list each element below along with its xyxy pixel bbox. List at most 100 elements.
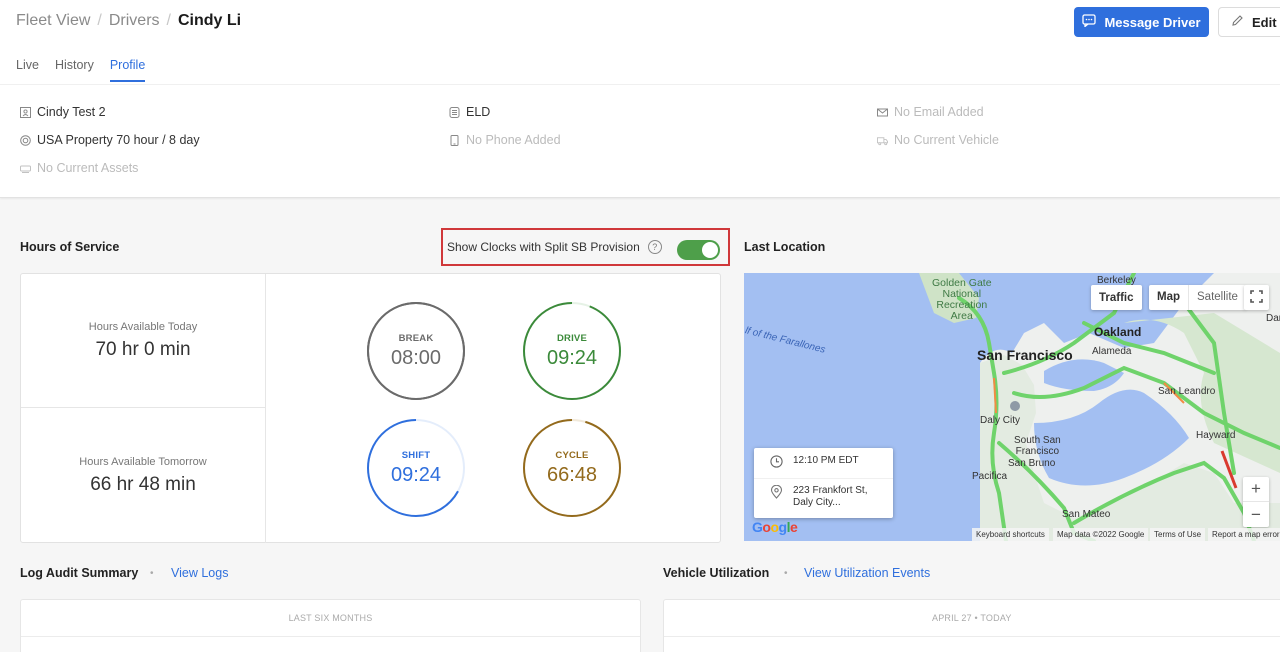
zoom-out-button[interactable]: − bbox=[1243, 502, 1269, 527]
drive-clock-value: 09:24 bbox=[546, 346, 598, 369]
assets-info: No Current Assets bbox=[20, 161, 138, 175]
map-label-oakland: Oakland bbox=[1094, 325, 1142, 339]
vehicle-text: No Current Vehicle bbox=[894, 133, 999, 147]
zoom-control: + − bbox=[1243, 477, 1269, 527]
profile-header: Fleet View / Drivers / Cindy Li Message … bbox=[0, 0, 1280, 198]
hours-of-service-title: Hours of Service bbox=[20, 240, 120, 254]
hours-available-today: Hours Available Today 70 hr 0 min bbox=[21, 274, 266, 408]
break-clock-value: 08:00 bbox=[390, 346, 442, 369]
drive-clock: DRIVE 09:24 bbox=[522, 301, 622, 401]
keyboard-shortcuts-link[interactable]: Keyboard shortcuts bbox=[972, 528, 1049, 541]
cycle-clock-value: 66:48 bbox=[546, 463, 598, 486]
map-label-san-bruno: San Bruno bbox=[1008, 458, 1056, 469]
hours-available-today-value: 70 hr 0 min bbox=[95, 338, 191, 360]
hours-available-tomorrow: Hours Available Tomorrow 66 hr 48 min bbox=[21, 408, 266, 543]
log-type-text: ELD bbox=[466, 105, 491, 119]
edit-button[interactable]: Edit bbox=[1218, 7, 1280, 37]
breadcrumb-fleet-view[interactable]: Fleet View bbox=[16, 12, 90, 30]
log-type-info: ELD bbox=[449, 105, 490, 119]
map-label-alameda: Alameda bbox=[1092, 346, 1132, 357]
ruleset-info: USA Property 70 hour / 8 day bbox=[20, 133, 200, 147]
map-label-danville: Dan bbox=[1266, 313, 1280, 324]
last-location-title: Last Location bbox=[744, 240, 826, 254]
log-audit-period: LAST SIX MONTHS bbox=[21, 600, 640, 637]
view-utilization-events-link[interactable]: View Utilization Events bbox=[804, 566, 930, 580]
location-popup: 12:10 PM EDT 223 Frankfort St, Daly City.… bbox=[754, 448, 893, 518]
shift-clock-value: 09:24 bbox=[390, 463, 442, 486]
map-label-daly-city: Daly City bbox=[980, 415, 1021, 426]
map-label-san-mateo: San Mateo bbox=[1062, 509, 1111, 520]
tabs-divider bbox=[0, 84, 1280, 85]
breadcrumb: Fleet View / Drivers / Cindy Li bbox=[16, 12, 241, 30]
fullscreen-icon bbox=[1250, 289, 1263, 306]
map-label-pacifica: Pacifica bbox=[972, 471, 1008, 482]
google-logo: Google bbox=[752, 519, 798, 535]
page-title: Cindy Li bbox=[177, 12, 242, 29]
breadcrumb-separator: / bbox=[97, 12, 102, 29]
envelope-icon bbox=[877, 107, 888, 118]
last-location-map[interactable]: Golden Gate National Recreation Area lf of … bbox=[744, 273, 1280, 541]
email-text: No Email Added bbox=[894, 105, 984, 119]
phone-icon bbox=[449, 134, 460, 146]
terms-of-use-link[interactable]: Terms of Use bbox=[1150, 528, 1206, 541]
view-logs-link[interactable]: View Logs bbox=[171, 566, 228, 580]
tab-history[interactable]: History bbox=[55, 58, 94, 82]
split-sb-provision-label: Show Clocks with Split SB Provision bbox=[447, 240, 640, 254]
shift-clock: SHIFT 09:24 bbox=[366, 418, 466, 518]
target-icon bbox=[20, 134, 31, 146]
fullscreen-button[interactable] bbox=[1244, 285, 1269, 310]
map-label-hayward: Hayward bbox=[1196, 430, 1236, 441]
phone-text: No Phone Added bbox=[466, 133, 561, 147]
chat-icon bbox=[1082, 14, 1097, 30]
drive-clock-label: DRIVE bbox=[556, 332, 588, 344]
map-label-san-francisco: San Francisco bbox=[977, 347, 1073, 363]
hours-available-tomorrow-label: Hours Available Tomorrow bbox=[79, 455, 207, 468]
pencil-icon bbox=[1231, 14, 1244, 30]
log-audit-card: LAST SIX MONTHS bbox=[20, 599, 641, 652]
break-clock-label: BREAK bbox=[398, 332, 434, 344]
vehicle-info: No Current Vehicle bbox=[877, 133, 999, 147]
tab-live[interactable]: Live bbox=[16, 58, 39, 82]
username-text: Cindy Test 2 bbox=[37, 105, 106, 119]
hours-available-today-label: Hours Available Today bbox=[88, 320, 198, 333]
hours-of-service-card: Hours Available Today 70 hr 0 min Hours … bbox=[20, 273, 721, 543]
logbook-icon bbox=[449, 106, 460, 118]
breadcrumb-separator: / bbox=[166, 12, 171, 29]
separator-dot: • bbox=[784, 568, 788, 579]
map-type-satellite-button[interactable]: Satellite bbox=[1189, 285, 1246, 310]
split-sb-provision-toggle-row: Show Clocks with Split SB Provision ? bbox=[441, 228, 730, 266]
log-audit-summary-title: Log Audit Summary bbox=[20, 566, 139, 580]
map-label-south-san-francisco: South San Francisco bbox=[1014, 435, 1061, 457]
last-location-time: 12:10 PM EDT bbox=[793, 455, 859, 466]
map-type-control: Map Satellite bbox=[1149, 285, 1246, 310]
hours-available-tomorrow-value: 66 hr 48 min bbox=[90, 473, 196, 495]
separator-dot: • bbox=[150, 568, 154, 579]
vehicle-utilization-period: APRIL 27 • TODAY bbox=[664, 600, 1280, 637]
message-driver-button[interactable]: Message Driver bbox=[1074, 7, 1209, 37]
zoom-in-button[interactable]: + bbox=[1243, 477, 1269, 502]
id-badge-icon bbox=[20, 106, 31, 118]
map-type-map-button[interactable]: Map bbox=[1149, 285, 1189, 310]
split-sb-provision-switch[interactable] bbox=[677, 240, 720, 260]
traffic-button[interactable]: Traffic bbox=[1091, 285, 1142, 310]
report-map-error-link[interactable]: Report a map error bbox=[1208, 528, 1280, 541]
vehicle-utilization-title: Vehicle Utilization bbox=[663, 566, 770, 580]
truck-icon bbox=[877, 135, 888, 146]
edit-label: Edit bbox=[1252, 14, 1277, 30]
profile-tabs: Live History Profile bbox=[16, 58, 146, 82]
cycle-clock-label: CYCLE bbox=[555, 449, 589, 461]
clock-icon bbox=[770, 455, 783, 471]
vehicle-utilization-card: APRIL 27 • TODAY bbox=[663, 599, 1280, 652]
phone-info: No Phone Added bbox=[449, 133, 561, 147]
breadcrumb-drivers[interactable]: Drivers bbox=[109, 12, 160, 30]
username-info: Cindy Test 2 bbox=[20, 105, 106, 119]
message-driver-label: Message Driver bbox=[1104, 14, 1201, 30]
help-icon[interactable]: ? bbox=[647, 240, 662, 254]
tab-profile[interactable]: Profile bbox=[109, 58, 146, 82]
trailer-icon bbox=[20, 163, 31, 174]
break-clock: BREAK 08:00 bbox=[366, 301, 466, 401]
assets-text: No Current Assets bbox=[37, 161, 139, 175]
map-data-attribution: Map data ©2022 Google bbox=[1053, 528, 1149, 541]
map-label-golden-gate: Golden Gate National Recreation Area bbox=[932, 277, 992, 322]
cycle-clock: CYCLE 66:48 bbox=[522, 418, 622, 518]
